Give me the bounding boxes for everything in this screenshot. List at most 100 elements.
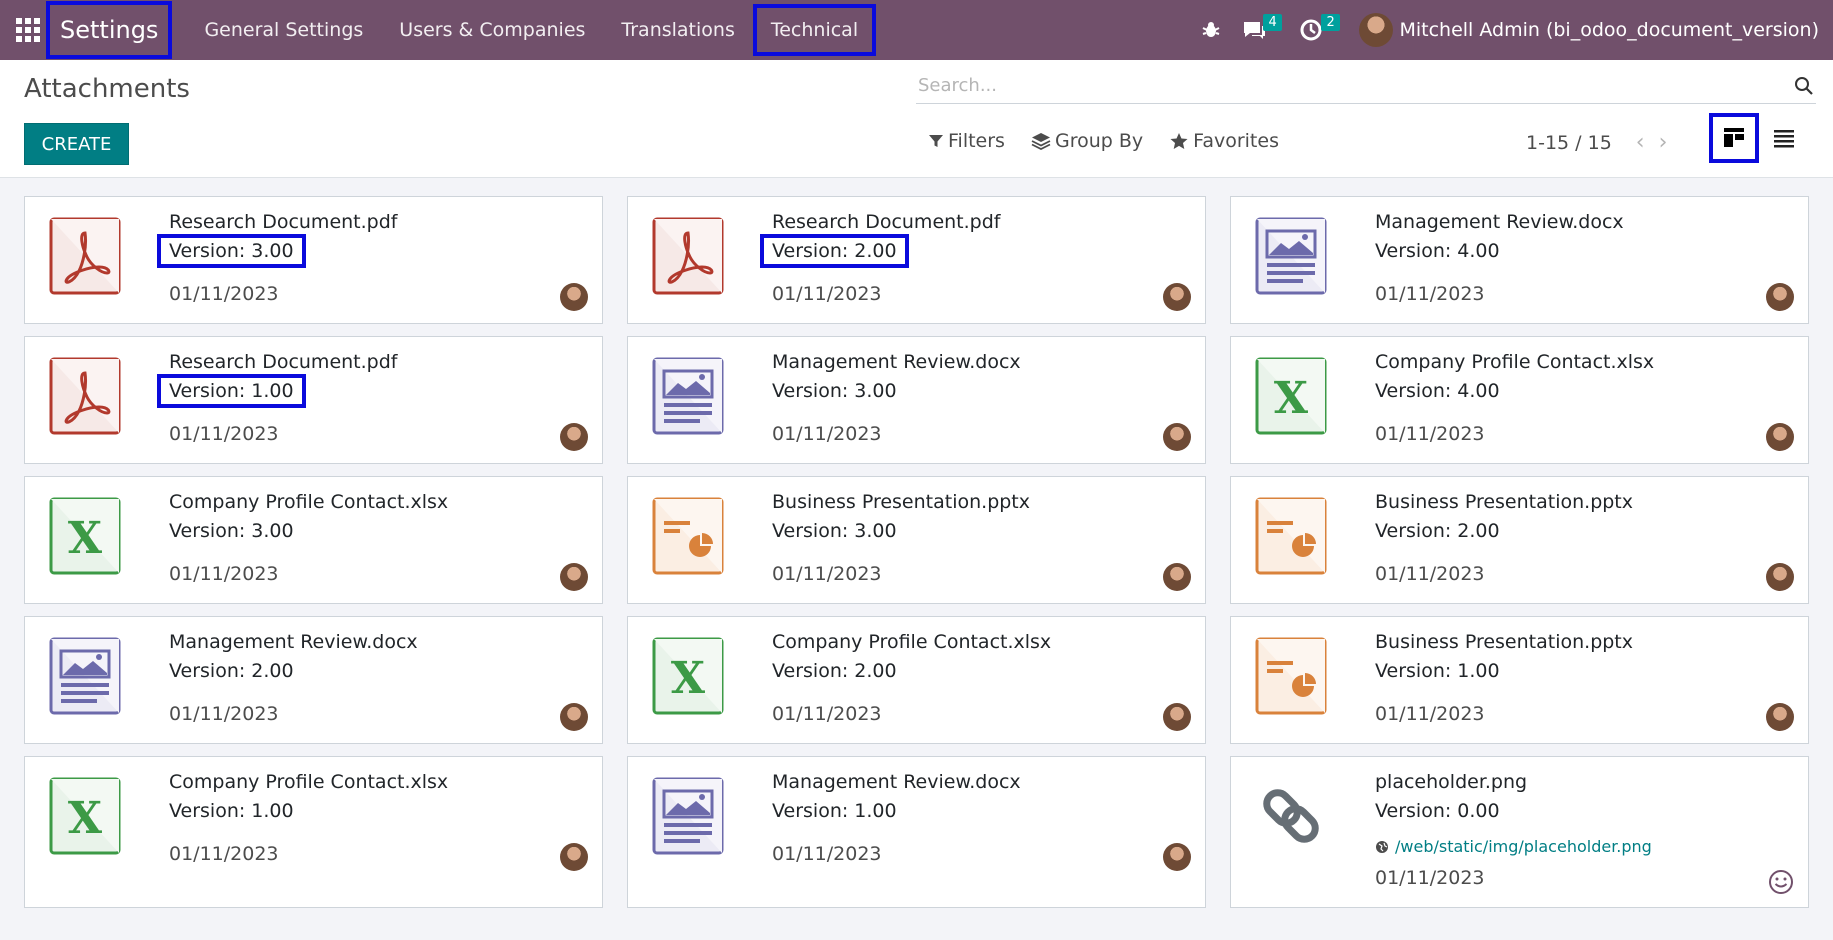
- attachment-url-link[interactable]: /web/static/img/placeholder.png: [1375, 837, 1652, 856]
- user-name: Mitchell Admin (bi_odoo_document_version…: [1399, 19, 1819, 41]
- attachment-version: Version: 2.00: [772, 660, 897, 682]
- page-title: Attachments: [24, 74, 190, 104]
- attachment-name: Management Review.docx: [1375, 211, 1624, 233]
- menu-translations[interactable]: Translations: [603, 4, 752, 56]
- owner-avatar[interactable]: [560, 423, 588, 451]
- attachment-name: Company Profile Contact.xlsx: [169, 491, 449, 513]
- document-file-icon: [49, 637, 121, 715]
- messages-icon[interactable]: 4: [1241, 0, 1282, 60]
- pager: 1-15 / 15 ‹ ›: [1526, 130, 1667, 155]
- search-bar: [916, 68, 1816, 104]
- owner-avatar[interactable]: [560, 563, 588, 591]
- spreadsheet-file-icon: X: [652, 637, 724, 715]
- attachment-date: 01/11/2023: [1375, 283, 1485, 305]
- attachment-date: 01/11/2023: [1375, 867, 1485, 889]
- owner-avatar[interactable]: [1766, 283, 1794, 311]
- attachment-name: Company Profile Contact.xlsx: [1375, 351, 1655, 373]
- attachment-version: Version: 1.00: [1375, 660, 1500, 682]
- attachment-card[interactable]: Management Review.docx Version: 3.00 01/…: [627, 336, 1206, 464]
- owner-avatar[interactable]: [1163, 563, 1191, 591]
- attachment-name: Management Review.docx: [169, 631, 418, 653]
- user-menu[interactable]: Mitchell Admin (bi_odoo_document_version…: [1359, 13, 1819, 47]
- menu-users-companies[interactable]: Users & Companies: [381, 4, 603, 56]
- menu-general-settings[interactable]: General Settings: [186, 4, 381, 56]
- pager-value[interactable]: 1-15 / 15: [1526, 132, 1612, 154]
- attachment-date: 01/11/2023: [1375, 563, 1485, 585]
- owner-avatar[interactable]: [1163, 843, 1191, 871]
- pdf-file-icon: [652, 217, 724, 295]
- owner-avatar[interactable]: [1766, 563, 1794, 591]
- user-avatar: [1359, 13, 1394, 47]
- kanban-view-button[interactable]: [1709, 113, 1759, 163]
- owner-avatar[interactable]: [1766, 423, 1794, 451]
- owner-avatar[interactable]: [560, 283, 588, 311]
- attachment-name: Research Document.pdf: [169, 211, 398, 233]
- attachment-version: Version: 4.00: [1375, 380, 1500, 402]
- attachment-card[interactable]: X Company Profile Contact.xlsx Version: …: [1230, 336, 1809, 464]
- attachment-version: Version: 3.00: [772, 380, 897, 402]
- attachment-card[interactable]: Management Review.docx Version: 2.00 01/…: [24, 616, 603, 744]
- pdf-file-icon: [49, 217, 121, 295]
- debug-icon[interactable]: [1201, 0, 1221, 60]
- favorites-dropdown[interactable]: Favorites: [1169, 130, 1279, 152]
- attachment-card[interactable]: X Company Profile Contact.xlsx Version: …: [24, 756, 603, 908]
- menu-technical[interactable]: Technical: [752, 4, 877, 56]
- attachment-date: 01/11/2023: [772, 423, 882, 445]
- pager-previous-icon[interactable]: ‹: [1636, 130, 1645, 155]
- attachment-card[interactable]: Business Presentation.pptx Version: 3.00…: [627, 476, 1206, 604]
- star-icon: [1170, 132, 1188, 150]
- kanban-grid: Research Document.pdf Version: 3.00 01/1…: [24, 196, 1809, 908]
- attachment-name: Company Profile Contact.xlsx: [169, 771, 449, 793]
- filter-icon: [929, 135, 943, 147]
- attachment-name: Business Presentation.pptx: [772, 491, 1031, 513]
- list-view-button[interactable]: [1759, 113, 1809, 163]
- attachment-card[interactable]: Management Review.docx Version: 1.00 01/…: [627, 756, 1206, 908]
- globe-icon: [1376, 840, 1388, 853]
- top-navbar: Settings General Settings Users & Compan…: [0, 0, 1833, 60]
- main-menu: General Settings Users & Companies Trans…: [186, 4, 877, 56]
- favorites-label: Favorites: [1193, 130, 1279, 152]
- attachment-card[interactable]: Business Presentation.pptx Version: 2.00…: [1230, 476, 1809, 604]
- owner-avatar[interactable]: [560, 843, 588, 871]
- view-switcher: [1709, 113, 1809, 163]
- search-icon[interactable]: [1792, 74, 1816, 98]
- attachment-card[interactable]: Research Document.pdf Version: 2.00 01/1…: [627, 196, 1206, 324]
- attachment-url[interactable]: /web/static/img/placeholder.png: [1395, 837, 1652, 856]
- attachment-version: Version: 1.00: [772, 800, 897, 822]
- attachment-name: Management Review.docx: [772, 351, 1021, 373]
- attachment-date: 01/11/2023: [169, 703, 279, 725]
- create-button[interactable]: CREATE: [24, 123, 129, 165]
- owner-avatar[interactable]: [560, 703, 588, 731]
- attachment-card[interactable]: Research Document.pdf Version: 1.00 01/1…: [24, 336, 603, 464]
- filters-dropdown[interactable]: Filters: [928, 130, 1005, 152]
- svg-text:X: X: [671, 653, 706, 704]
- attachment-card[interactable]: placeholder.png Version: 0.00 /web/stati…: [1230, 756, 1809, 908]
- attachment-card[interactable]: Business Presentation.pptx Version: 1.00…: [1230, 616, 1809, 744]
- owner-avatar[interactable]: [1163, 703, 1191, 731]
- attachment-card[interactable]: Research Document.pdf Version: 3.00 01/1…: [24, 196, 603, 324]
- owner-avatar[interactable]: [1163, 423, 1191, 451]
- spreadsheet-file-icon: X: [49, 777, 121, 855]
- owner-avatar[interactable]: [1163, 283, 1191, 311]
- pager-next-icon[interactable]: ›: [1659, 130, 1668, 155]
- filters-label: Filters: [948, 130, 1005, 152]
- attachment-name: Business Presentation.pptx: [1375, 491, 1634, 513]
- activities-icon[interactable]: 2: [1299, 0, 1340, 60]
- attachment-card[interactable]: X Company Profile Contact.xlsx Version: …: [24, 476, 603, 604]
- svg-text:X: X: [1274, 373, 1309, 424]
- spreadsheet-file-icon: X: [49, 497, 121, 575]
- attachment-card[interactable]: X Company Profile Contact.xlsx Version: …: [627, 616, 1206, 744]
- attachment-date: 01/11/2023: [772, 563, 882, 585]
- attachment-date: 01/11/2023: [1375, 423, 1485, 445]
- attachment-version: Version: 3.00: [772, 520, 897, 542]
- attachment-card[interactable]: Management Review.docx Version: 4.00 01/…: [1230, 196, 1809, 324]
- attachment-date: 01/11/2023: [169, 283, 279, 305]
- groupby-dropdown[interactable]: Group By: [1031, 130, 1143, 152]
- search-input[interactable]: [916, 75, 1792, 96]
- app-brand[interactable]: Settings: [46, 1, 173, 59]
- kanban-icon: [1724, 128, 1744, 147]
- svg-text:X: X: [68, 513, 103, 564]
- smiley-icon[interactable]: [1768, 869, 1794, 895]
- owner-avatar[interactable]: [1766, 703, 1794, 731]
- attachment-date: 01/11/2023: [169, 423, 279, 445]
